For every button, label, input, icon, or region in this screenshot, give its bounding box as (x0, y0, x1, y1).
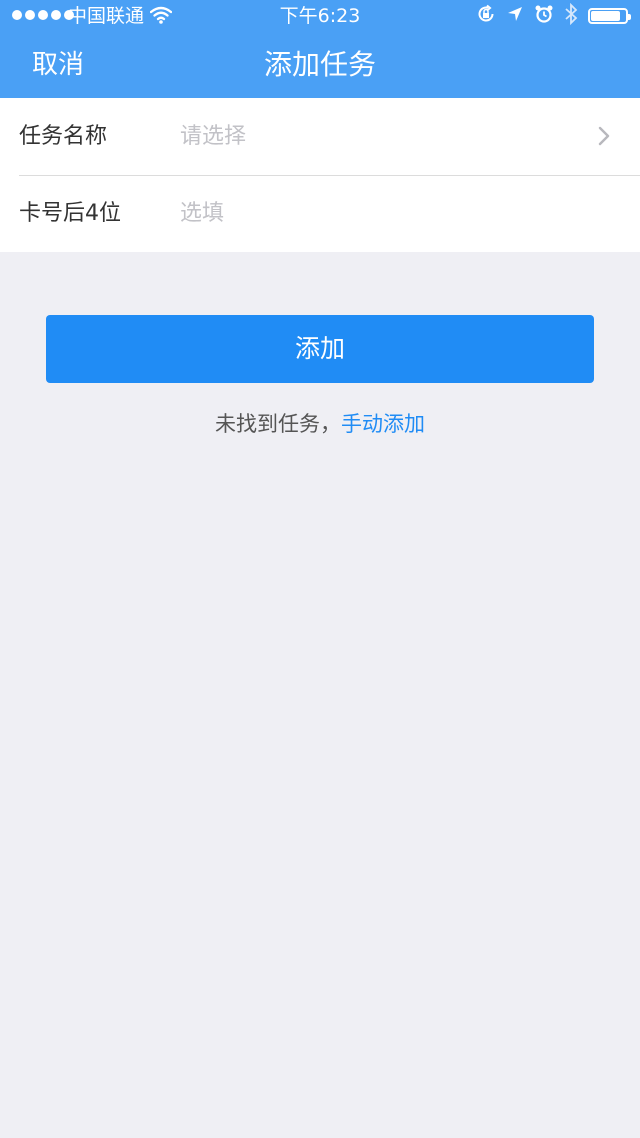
task-form: 任务名称 请选择 卡号后4位 选填 (0, 98, 640, 252)
location-arrow-icon (506, 5, 524, 28)
cancel-button[interactable]: 取消 (32, 48, 84, 82)
battery-level (591, 11, 620, 21)
card-last4-label: 卡号后4位 (19, 201, 121, 226)
bluetooth-icon (564, 2, 578, 30)
battery-icon (588, 8, 631, 24)
manual-add-link[interactable]: 手动添加 (341, 412, 425, 436)
not-found-text: 未找到任务， (215, 412, 341, 436)
task-name-row[interactable]: 任务名称 请选择 (0, 98, 640, 175)
alarm-clock-icon (534, 4, 554, 29)
card-last4-row[interactable]: 卡号后4位 选填 (0, 175, 640, 252)
header: 中国联通 下午6:23 取消 添加任务 (0, 0, 640, 98)
add-button[interactable]: 添加 (46, 315, 594, 383)
card-last4-input[interactable]: 选填 (180, 175, 224, 252)
chevron-right-icon (598, 126, 610, 150)
task-name-select[interactable]: 请选择 (180, 98, 246, 175)
page-title: 添加任务 (263, 48, 376, 81)
not-found-hint: 未找到任务，手动添加 (0, 408, 640, 440)
orientation-lock-icon (476, 4, 496, 29)
task-name-label: 任务名称 (19, 124, 108, 149)
status-bar: 中国联通 下午6:23 (0, 0, 640, 34)
